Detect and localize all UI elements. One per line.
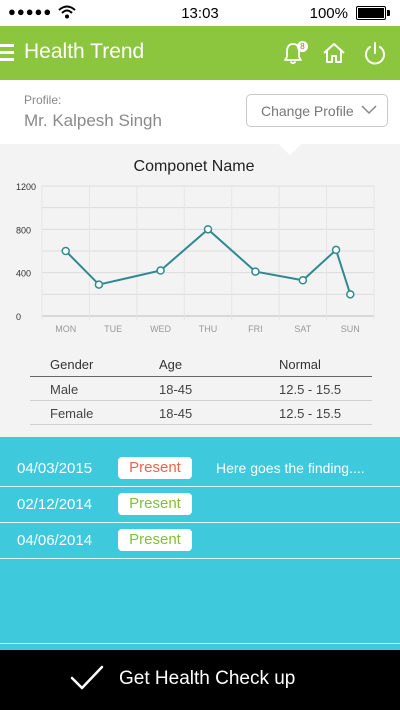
power-icon[interactable] — [362, 40, 388, 66]
result-finding: Here goes the finding.... — [216, 460, 365, 476]
notification-badge: 8 — [297, 41, 308, 52]
table-row: Female 18-45 12.5 - 15.5 — [30, 401, 372, 425]
cell-age: 18-45 — [159, 406, 193, 421]
x-tick-label: TUE — [104, 324, 122, 334]
data-point — [346, 290, 355, 299]
x-tick-label: THU — [199, 324, 218, 334]
change-profile-label: Change Profile — [261, 103, 354, 119]
chevron-down-icon — [361, 105, 377, 115]
profile-label: Profile: — [24, 93, 62, 107]
results-list: 04/03/2015 Present Here goes the finding… — [0, 437, 400, 650]
cell-age: 18-45 — [159, 382, 193, 397]
menu-icon[interactable] — [0, 44, 14, 61]
reference-table: Gender Age Normal Male 18-45 12.5 - 15.5… — [30, 351, 372, 425]
result-row[interactable]: 02/12/2014 Present — [0, 487, 400, 523]
footer-label: Get Health Check up — [119, 668, 296, 689]
checkmark-icon — [70, 665, 104, 690]
series-line — [65, 228, 352, 295]
data-point — [61, 246, 70, 256]
data-point — [156, 266, 165, 275]
header-normal: Normal — [279, 357, 321, 372]
page-title: Health Trend — [24, 40, 145, 63]
y-tick-label: 1200 — [16, 182, 36, 192]
status-badge[interactable]: Present — [118, 457, 192, 479]
x-tick-label: FRI — [248, 324, 263, 334]
y-tick-label: 400 — [16, 269, 31, 279]
battery-icon — [356, 6, 390, 20]
data-point — [298, 276, 308, 285]
header-age: Age — [159, 357, 183, 372]
profile-section: Profile: Mr. Kalpesh Singh Change Profil… — [0, 80, 400, 144]
change-profile-dropdown[interactable]: Change Profile — [246, 94, 388, 127]
get-health-checkup-button[interactable]: Get Health Check up — [0, 650, 400, 710]
x-tick-label: MON — [55, 324, 76, 334]
table-header-row: Gender Age Normal — [30, 351, 372, 377]
result-date: 04/06/2014 — [17, 532, 93, 549]
result-date: 02/12/2014 — [17, 496, 93, 513]
battery-percent: 100% — [309, 5, 348, 22]
header-gender: Gender — [50, 357, 94, 372]
x-tick-label: WED — [150, 324, 171, 334]
data-point — [203, 225, 213, 234]
chart-section: Componet Name 1200 800 400 0 MON TUE WED THU FRI… — [0, 144, 400, 437]
cell-normal: 12.5 - 15.5 — [279, 406, 342, 421]
cell-normal: 12.5 - 15.5 — [279, 382, 342, 397]
divider — [0, 643, 400, 644]
data-point — [331, 245, 341, 255]
trend-chart: 1200 800 400 0 MON TUE WED THU FRI SAT SUN — [16, 182, 375, 334]
y-tick-label: 800 — [16, 225, 31, 235]
cell-gender: Female — [50, 406, 94, 421]
x-tick-label: SUN — [341, 324, 360, 334]
home-icon[interactable] — [321, 40, 347, 66]
result-row[interactable]: 04/06/2014 Present — [0, 523, 400, 559]
cell-gender: Male — [50, 382, 79, 397]
app-header: Health Trend 8 — [0, 26, 400, 80]
y-tick-label: 0 — [16, 312, 21, 322]
data-point — [94, 280, 104, 289]
data-point — [251, 267, 260, 276]
x-tick-label: SAT — [294, 324, 311, 334]
status-badge[interactable]: Present — [118, 493, 192, 515]
result-row[interactable]: 04/03/2015 Present Here goes the finding… — [0, 451, 400, 487]
status-bar: ●●●●● 13:03 100% — [0, 0, 400, 26]
status-badge[interactable]: Present — [118, 529, 192, 551]
table-row: Male 18-45 12.5 - 15.5 — [30, 377, 372, 401]
result-date: 04/03/2015 — [17, 460, 93, 477]
profile-name: Mr. Kalpesh Singh — [24, 111, 162, 130]
